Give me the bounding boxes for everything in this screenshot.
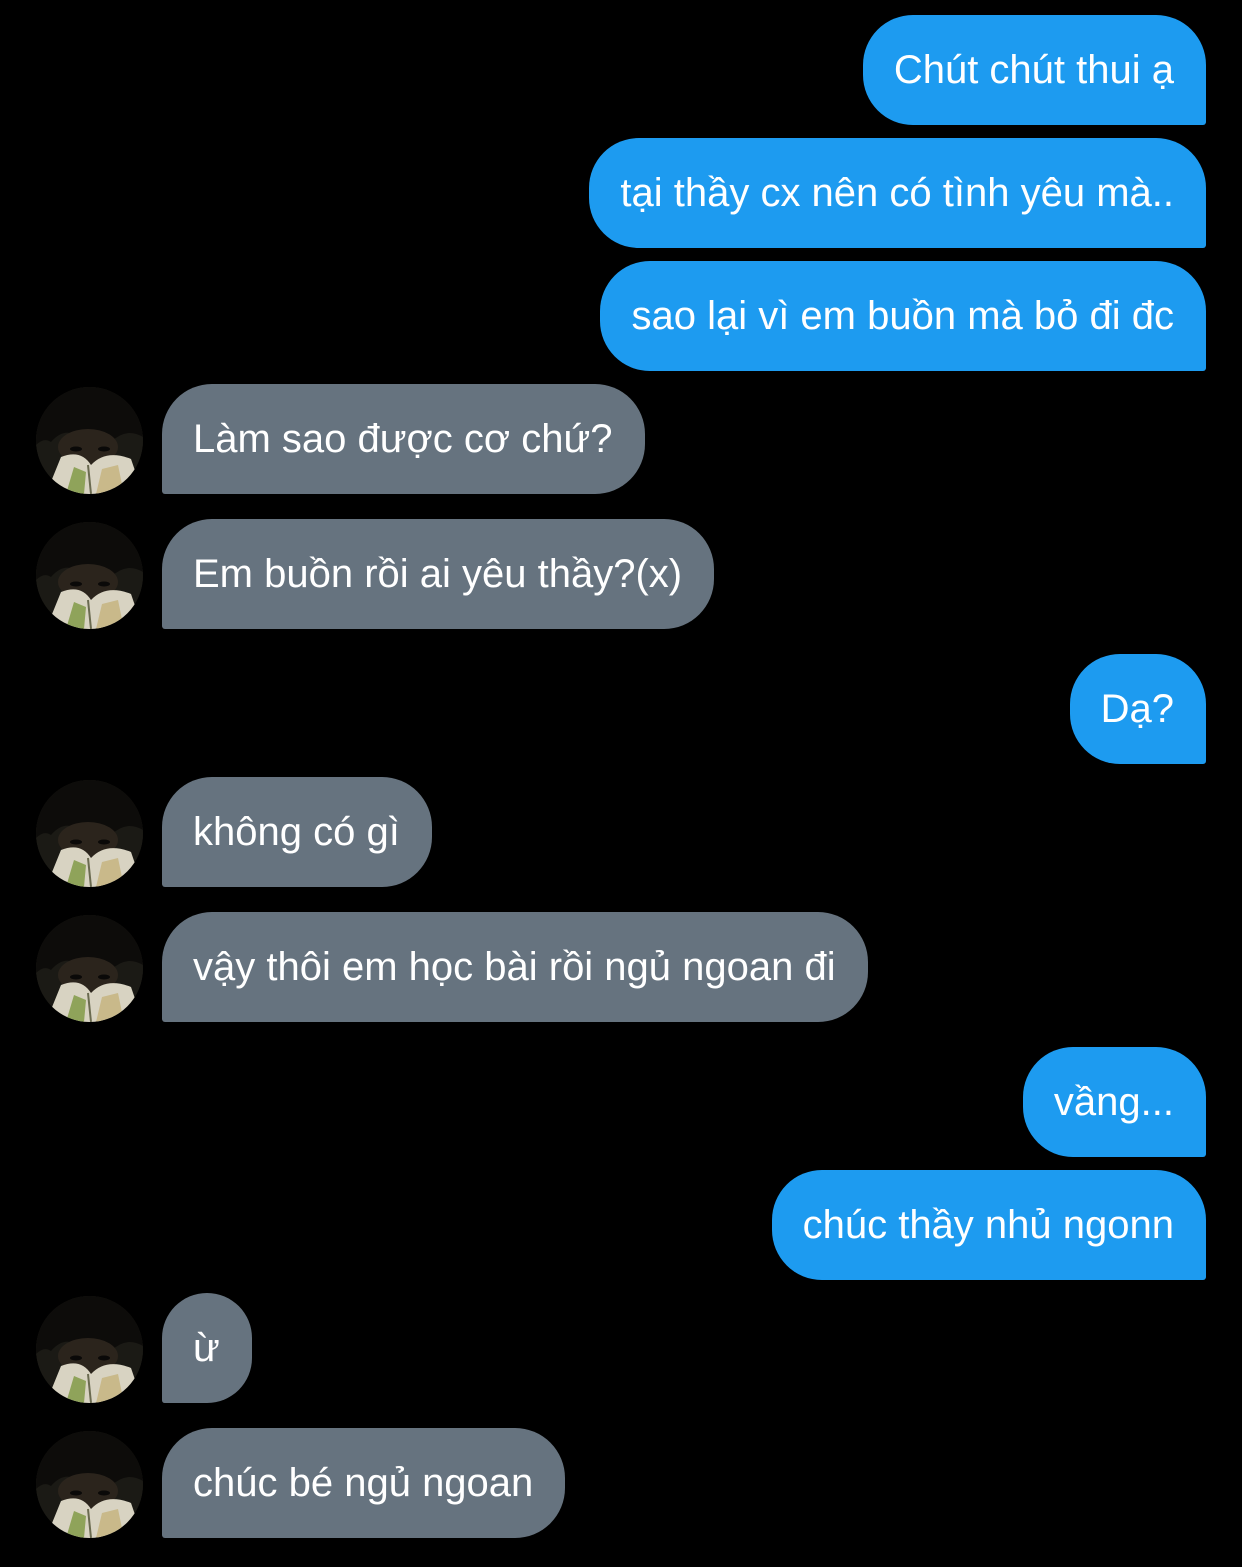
message-bubble-received[interactable]: vậy thôi em học bài rồi ngủ ngoan đi bbox=[162, 912, 868, 1022]
avatar-photo-icon bbox=[36, 1431, 143, 1538]
avatar-photo-icon bbox=[36, 915, 143, 1022]
conversation-thread: Chút chút thui ạ tại thầy cx nên có tình… bbox=[0, 0, 1242, 1567]
message-bubble-sent[interactable]: Chút chút thui ạ bbox=[862, 15, 1206, 125]
message-bubble-sent[interactable]: sao lại vì em buồn mà bỏ đi đc bbox=[600, 261, 1206, 371]
contact-avatar-icon[interactable] bbox=[36, 387, 143, 494]
message-bubble-received[interactable]: Làm sao được cơ chứ? bbox=[162, 384, 645, 494]
contact-avatar-icon[interactable] bbox=[36, 780, 143, 887]
message-bubble-sent[interactable]: vầng... bbox=[1022, 1047, 1206, 1157]
message-bubble-sent[interactable]: chúc thầy nhủ ngonn bbox=[771, 1170, 1206, 1280]
message-bubble-received[interactable]: chúc bé ngủ ngoan bbox=[162, 1428, 566, 1538]
avatar-photo-icon bbox=[36, 780, 143, 887]
avatar-photo-icon bbox=[36, 1296, 143, 1403]
contact-avatar-icon[interactable] bbox=[36, 915, 143, 1022]
message-bubble-sent[interactable]: tại thầy cx nên có tình yêu mà.. bbox=[589, 138, 1206, 248]
avatar-photo-icon bbox=[36, 522, 143, 629]
message-bubble-received[interactable]: Em buồn rồi ai yêu thầy?(x) bbox=[162, 519, 715, 629]
message-bubble-sent[interactable]: Dạ? bbox=[1069, 654, 1206, 764]
message-bubble-received[interactable]: ừ bbox=[162, 1293, 252, 1403]
contact-avatar-icon[interactable] bbox=[36, 1431, 143, 1538]
avatar-photo-icon bbox=[36, 387, 143, 494]
message-bubble-received[interactable]: không có gì bbox=[162, 777, 432, 887]
contact-avatar-icon[interactable] bbox=[36, 1296, 143, 1403]
contact-avatar-icon[interactable] bbox=[36, 522, 143, 629]
